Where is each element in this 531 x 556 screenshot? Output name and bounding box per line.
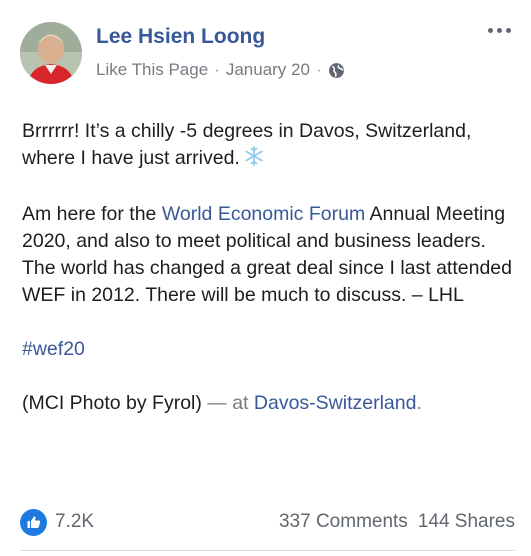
location-end: . bbox=[416, 392, 422, 414]
more-options-icon[interactable] bbox=[488, 28, 511, 33]
photo-credit: (MCI Photo by Fyrol) bbox=[22, 392, 202, 414]
like-page-link[interactable]: Like This Page bbox=[96, 60, 208, 80]
hashtag-link[interactable]: #wef20 bbox=[22, 338, 85, 360]
post-date[interactable]: January 20 bbox=[226, 60, 310, 80]
facebook-post: Lee Hsien Loong Like This Page · January… bbox=[0, 0, 531, 556]
globe-icon bbox=[328, 62, 344, 78]
separator-2: · bbox=[315, 60, 322, 79]
shares-count[interactable]: 144 Shares bbox=[418, 511, 515, 533]
avatar-image bbox=[20, 22, 82, 84]
at-label: — at bbox=[201, 392, 254, 414]
paragraph-2: Am here for the World Economic Forum Ann… bbox=[22, 201, 517, 309]
like-count[interactable]: 7.2K bbox=[55, 511, 94, 533]
snowflake-icon bbox=[244, 146, 264, 174]
post-meta: Like This Page · January 20 · bbox=[96, 60, 345, 80]
hashtag-paragraph: #wef20 bbox=[22, 336, 517, 363]
engagement-stats: 337 Comments 144 Shares bbox=[279, 511, 515, 533]
avatar[interactable] bbox=[20, 22, 82, 84]
photo-credit-paragraph: (MCI Photo by Fyrol) — at Davos-Switzerl… bbox=[22, 390, 517, 417]
comments-count[interactable]: 337 Comments bbox=[279, 511, 408, 533]
like-thumb-icon[interactable] bbox=[20, 508, 47, 536]
wef-link[interactable]: World Economic Forum bbox=[162, 203, 365, 225]
location-link[interactable]: Davos-Switzerland bbox=[254, 392, 417, 414]
post-text: Brrrrrr! It’s a chilly -5 degrees in Dav… bbox=[22, 118, 517, 444]
paragraph-2-start: Am here for the bbox=[22, 203, 162, 225]
reactions-bar: 7.2K 337 Comments 144 Shares bbox=[20, 506, 515, 538]
separator: · bbox=[214, 60, 220, 79]
divider bbox=[20, 550, 515, 551]
author-name[interactable]: Lee Hsien Loong bbox=[96, 25, 265, 49]
paragraph-1: Brrrrrr! It’s a chilly -5 degrees in Dav… bbox=[22, 118, 517, 174]
